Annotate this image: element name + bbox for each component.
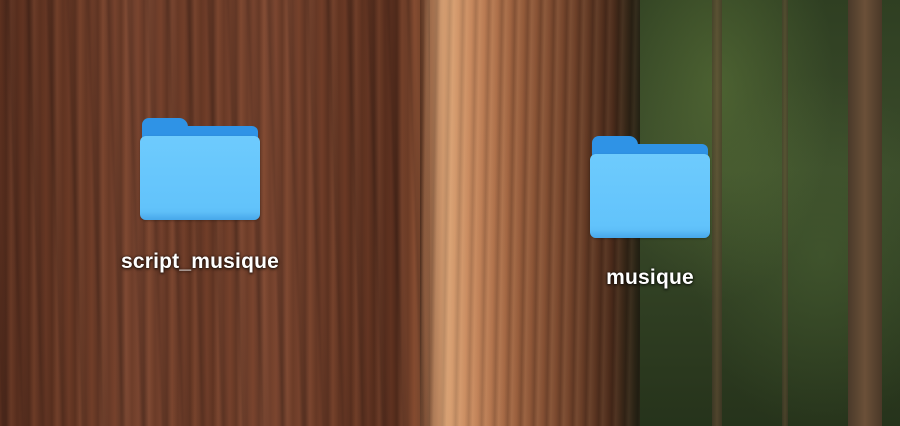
folder-label[interactable]: script_musique [121, 250, 279, 274]
folder-front [590, 154, 710, 238]
desktop-folder-musique[interactable]: musique [560, 136, 740, 290]
wallpaper-forest-trunk [782, 0, 788, 426]
wallpaper-forest-trunk [848, 0, 882, 426]
desktop-folder-script-musique[interactable]: script_musique [100, 118, 300, 274]
folder-icon[interactable] [590, 136, 710, 238]
folder-label[interactable]: musique [606, 266, 694, 290]
folder-icon[interactable] [140, 118, 260, 220]
folder-front [140, 136, 260, 220]
